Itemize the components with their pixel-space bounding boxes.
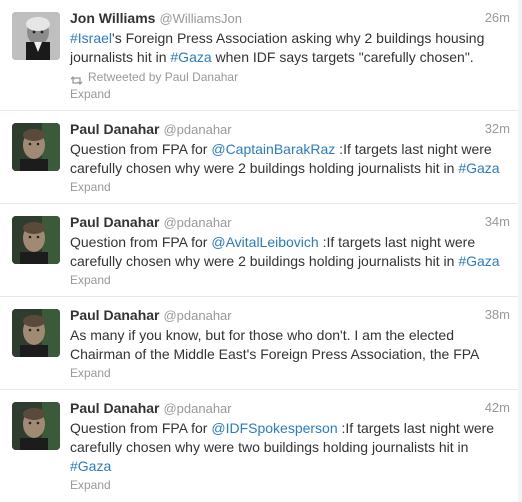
tweet-item[interactable]: Jon Williams @WilliamsJon 26m #Israel's F… — [0, 0, 522, 111]
tweet-content: Paul Danahar @pdanahar 34m Question from … — [70, 213, 510, 289]
tweet-header: Paul Danahar @pdanahar 38m — [70, 306, 510, 324]
retweet-context: Retweeted by Paul Danahar — [70, 69, 510, 85]
tweet-text-segment: Question from FPA for — [70, 234, 212, 250]
paul-danahar-avatar-icon — [12, 309, 60, 357]
tweet-text-segment: As many if you know, but for those who d… — [70, 327, 480, 362]
tweet-username[interactable]: @pdanahar — [163, 401, 231, 416]
tweet-content: Paul Danahar @pdanahar 32m Question from … — [70, 120, 510, 196]
hashtag-link[interactable]: #Gaza — [458, 253, 499, 269]
tweet-text-segment: Question from FPA for — [70, 420, 212, 436]
tweet-timeline: Jon Williams @WilliamsJon 26m #Israel's F… — [0, 0, 522, 502]
tweet-fullname[interactable]: Paul Danahar — [70, 214, 159, 230]
grey-haired-man-avatar-icon — [12, 12, 60, 60]
expand-link[interactable]: Expand — [70, 179, 111, 195]
tweet-header: Paul Danahar @pdanahar 32m — [70, 120, 510, 138]
tweet-timestamp[interactable]: 34m — [485, 213, 510, 231]
hashtag-link[interactable]: #Israel — [70, 30, 112, 46]
tweet-item[interactable]: Paul Danahar @pdanahar 34m Question from … — [0, 204, 522, 297]
tweet-content: Paul Danahar @pdanahar 42m Question from … — [70, 399, 510, 494]
tweet-text: As many if you know, but for those who d… — [70, 326, 510, 364]
expand-link[interactable]: Expand — [70, 365, 111, 381]
expand-link[interactable]: Expand — [70, 272, 111, 288]
tweet-content: Paul Danahar @pdanahar 38m As many if you… — [70, 306, 510, 382]
avatar[interactable] — [12, 402, 60, 450]
tweet-item[interactable]: Paul Danahar @pdanahar 38m As many if you… — [0, 297, 522, 390]
hashtag-link[interactable]: #Gaza — [170, 49, 211, 65]
expand-link[interactable]: Expand — [70, 86, 111, 102]
tweet-text-segment: Question from FPA for — [70, 141, 212, 157]
mention-link[interactable]: @CaptainBarakRaz — [211, 141, 335, 157]
mention-link[interactable]: @AvitalLeibovich — [211, 234, 318, 250]
tweet-text: Question from FPA for @AvitalLeibovich :… — [70, 233, 510, 271]
paul-danahar-avatar-icon — [12, 123, 60, 171]
hashtag-link[interactable]: #Gaza — [70, 458, 111, 474]
tweet-header: Jon Williams @WilliamsJon 26m — [70, 9, 510, 27]
avatar[interactable] — [12, 12, 60, 60]
tweet-header: Paul Danahar @pdanahar 42m — [70, 399, 510, 417]
tweet-item[interactable]: Paul Danahar @pdanahar 32m Question from … — [0, 111, 522, 204]
tweet-timestamp[interactable]: 42m — [485, 399, 510, 417]
tweet-item[interactable]: Paul Danahar @pdanahar 42m Question from … — [0, 390, 522, 502]
tweet-timestamp[interactable]: 32m — [485, 120, 510, 138]
paul-danahar-avatar-icon — [12, 402, 60, 450]
tweet-text-segment: when IDF says targets "carefully chosen"… — [211, 49, 474, 65]
avatar[interactable] — [12, 216, 60, 264]
tweet-username[interactable]: @WilliamsJon — [159, 11, 242, 26]
tweet-text: Question from FPA for @IDFSpokesperson :… — [70, 419, 510, 476]
avatar[interactable] — [12, 309, 60, 357]
tweet-header: Paul Danahar @pdanahar 34m — [70, 213, 510, 231]
tweet-timestamp[interactable]: 38m — [485, 306, 510, 324]
hashtag-link[interactable]: #Gaza — [458, 160, 499, 176]
expand-link[interactable]: Expand — [70, 477, 111, 493]
retweeted-by-label[interactable]: Retweeted by Paul Danahar — [88, 69, 238, 85]
retweet-icon — [70, 73, 83, 85]
tweet-timestamp[interactable]: 26m — [485, 9, 510, 27]
tweet-fullname[interactable]: Jon Williams — [70, 10, 155, 26]
mention-link[interactable]: @IDFSpokesperson — [211, 420, 337, 436]
tweet-username[interactable]: @pdanahar — [163, 122, 231, 137]
tweet-content: Jon Williams @WilliamsJon 26m #Israel's F… — [70, 9, 510, 103]
tweet-text: #Israel's Foreign Press Association aski… — [70, 29, 510, 67]
tweet-fullname[interactable]: Paul Danahar — [70, 307, 159, 323]
scrollbar[interactable] — [518, 0, 522, 502]
avatar[interactable] — [12, 123, 60, 171]
tweet-fullname[interactable]: Paul Danahar — [70, 121, 159, 137]
tweet-text: Question from FPA for @CaptainBarakRaz :… — [70, 140, 510, 178]
paul-danahar-avatar-icon — [12, 216, 60, 264]
tweet-fullname[interactable]: Paul Danahar — [70, 400, 159, 416]
tweet-username[interactable]: @pdanahar — [163, 215, 231, 230]
tweet-username[interactable]: @pdanahar — [163, 308, 231, 323]
